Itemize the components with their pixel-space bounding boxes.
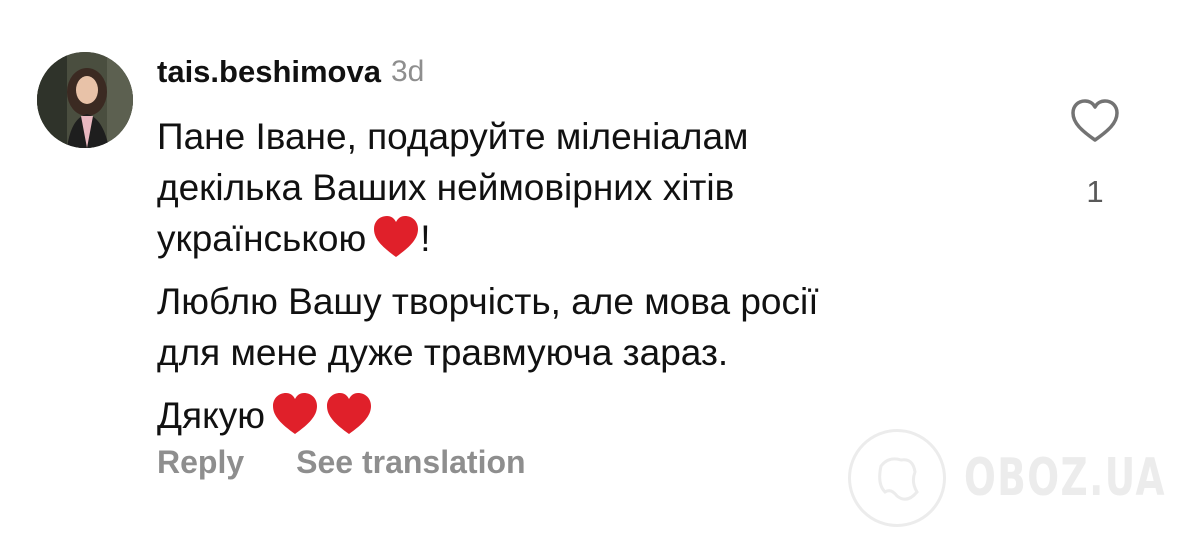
comment-header: tais.beshimova 3d [157, 52, 424, 92]
like-heart-icon[interactable] [1070, 98, 1120, 144]
timestamp: 3d [390, 55, 425, 88]
comment-line: Люблю Вашу творчість, але мова росії [157, 281, 819, 322]
comment-actions: Reply See translation [157, 444, 526, 481]
reply-button[interactable]: Reply [157, 444, 244, 481]
avatar[interactable] [37, 52, 133, 148]
comment-line: Дякую [157, 395, 265, 436]
red-heart-icon [374, 216, 419, 257]
like-count[interactable]: 1 [1070, 174, 1120, 210]
red-heart-icon [272, 393, 317, 434]
comment-line: ! [420, 218, 431, 259]
comment-paragraph-2: Люблю Вашу творчість, але мова росії для… [157, 276, 1017, 378]
comment-line: для мене дуже травмуюча зараз. [157, 332, 729, 373]
see-translation-button[interactable]: See translation [296, 444, 525, 481]
red-heart-icon [326, 393, 371, 434]
comment-body: Пане Іване, подаруйте міленіалам декільк… [157, 111, 1017, 453]
avatar-photo [37, 52, 133, 148]
username[interactable]: tais.beshimova [157, 54, 381, 90]
comment-line: українською [157, 218, 367, 259]
comment-paragraph-3: Дякую [157, 390, 1017, 441]
comment-line: декілька Ваших неймовірних хітів [157, 167, 735, 208]
comment-paragraph-1: Пане Іване, подаруйте міленіалам декільк… [157, 111, 1017, 264]
comment-line: Пане Іване, подаруйте міленіалам [157, 116, 749, 157]
watermark-text: OBOZ.UA [964, 448, 1166, 508]
